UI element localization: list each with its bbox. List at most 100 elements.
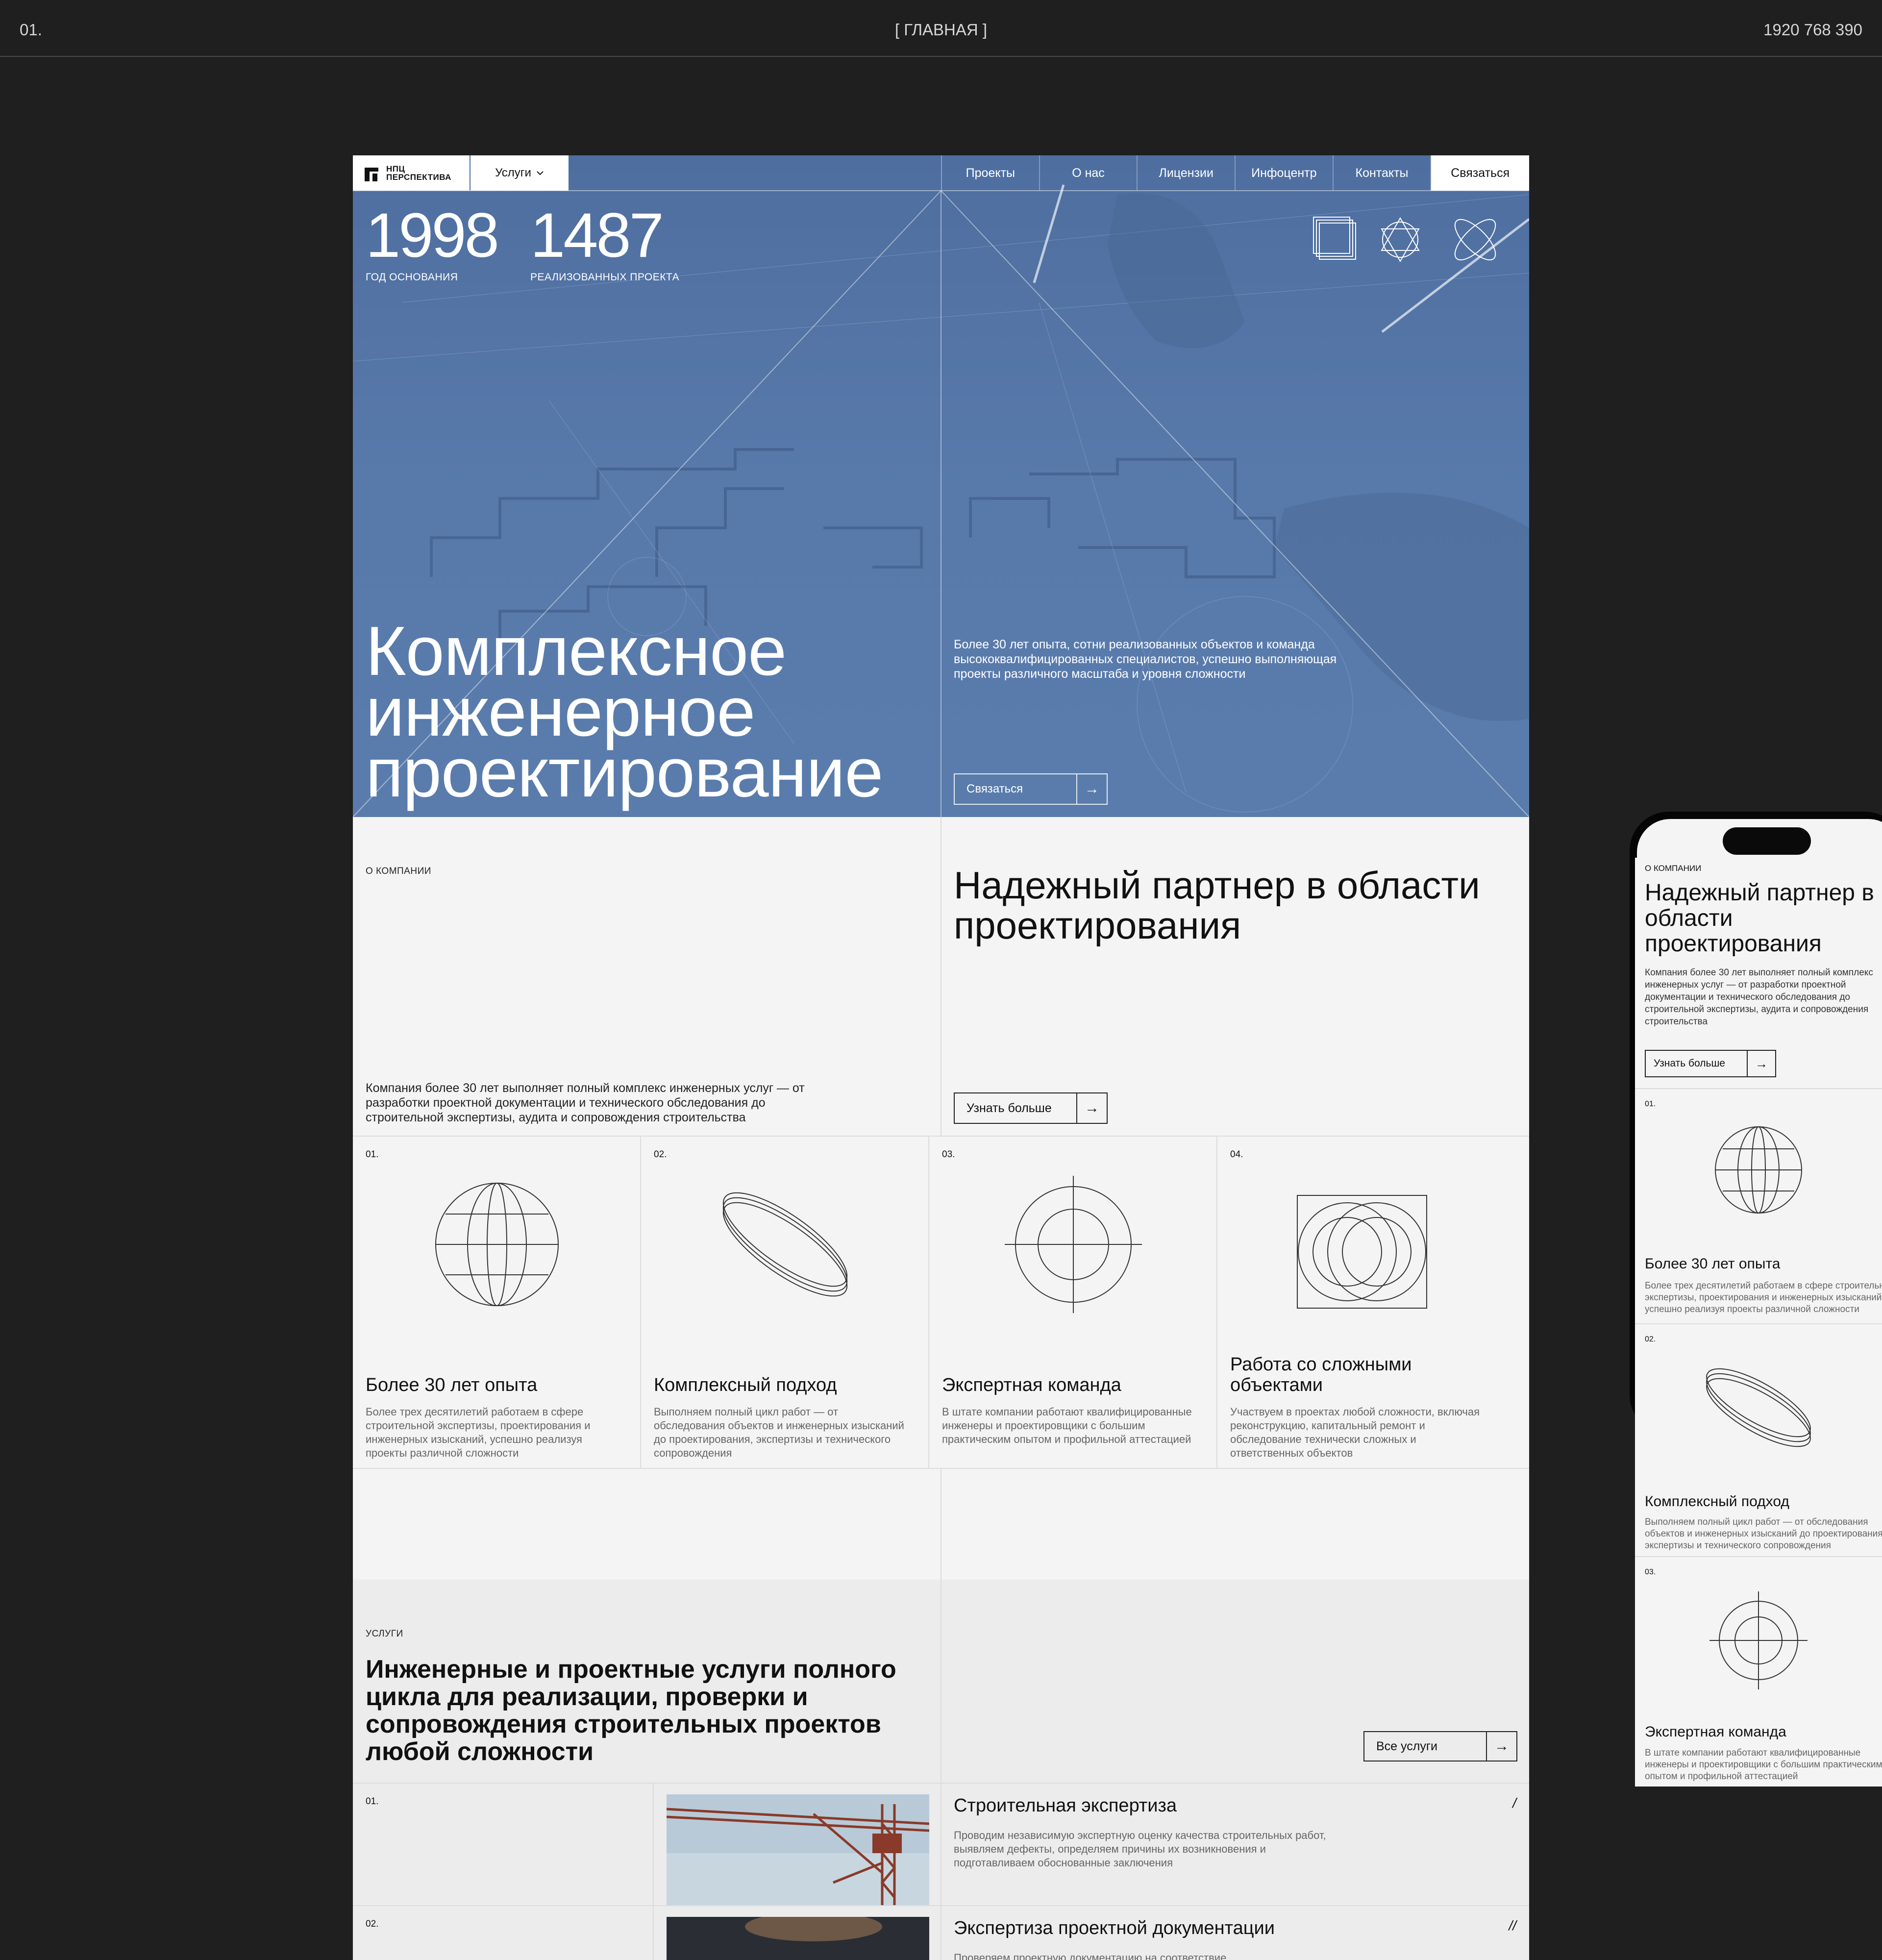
mobile-feature-card: 02. Комплексный подход Выполняем полный … xyxy=(1635,1323,1882,1559)
hero-decor-icons xyxy=(1313,217,1496,263)
breakpoint-sizes: 1920 768 390 xyxy=(1763,21,1862,39)
feature-card: 02. Комплексный подход Выполняем полный … xyxy=(641,1137,929,1469)
rings-icon xyxy=(722,1192,848,1297)
logo-text: НПЦ ПЕРСПЕКТИВА xyxy=(386,165,451,181)
stat-projects-label: РЕАЛИЗОВАННЫХ ПРОЕКТА xyxy=(530,272,680,283)
stat-founded: 1998 ГОД ОСНОВАНИЯ xyxy=(366,200,499,283)
text-line: инженерных услуг — от разработки проектн… xyxy=(1645,980,1846,990)
services-label: УСЛУГИ xyxy=(366,1629,403,1639)
feature-title: Работа со сложными объектами xyxy=(1230,1354,1412,1395)
nav-links: Проекты О нас Лицензии Инфоцентр Контакт… xyxy=(941,155,1529,191)
presentation-header: 01. [ ГЛАВНАЯ ] 1920 768 390 xyxy=(0,0,1882,57)
desktop-page: 1998 ГОД ОСНОВАНИЯ 1487 РЕАЛИЗОВАННЫХ ПР… xyxy=(353,155,1529,1960)
arrow-right-icon: → xyxy=(1085,1100,1099,1116)
nav-link-contacts[interactable]: Контакты xyxy=(1334,155,1432,191)
services-section: УСЛУГИ Инженерные и проектные услуги пол… xyxy=(353,1580,1529,1960)
nav-link-infocenter[interactable]: Инфоцентр xyxy=(1236,155,1334,191)
service-text: Проводим независимую экспертную оценку к… xyxy=(954,1829,1326,1869)
feature-card: 04. Работа со сложными объектами Участву… xyxy=(1217,1137,1529,1469)
feature-text: Выполняем полный цикл работ — от обследо… xyxy=(654,1406,904,1459)
feature-card: 01. Более 30 лет опыта Более трех десяти… xyxy=(353,1137,641,1469)
feature-number: 01. xyxy=(366,1149,379,1160)
logo[interactable]: НПЦ ПЕРСПЕКТИВА xyxy=(353,155,470,191)
text-line: строительной экспертизы, аудита и сопров… xyxy=(1645,1004,1869,1015)
text-line: Выполняем полный цикл работ — от обследо… xyxy=(1645,1517,1868,1527)
nav-link-about[interactable]: О нас xyxy=(1040,155,1138,191)
feature-text: Участвуем в проектах любой сложности, вк… xyxy=(1230,1406,1480,1459)
stat-founded-value: 1998 xyxy=(366,200,499,271)
learn-more-button[interactable]: Узнать больше → xyxy=(954,1092,1108,1124)
feature-text: Выполняем полный цикл работ — от обследо… xyxy=(1645,1516,1882,1552)
about-text: Компания более 30 лет выполняет полный к… xyxy=(366,1081,805,1124)
mobile-feature-card: 01. Более 30 лет опыта Более трех десяти… xyxy=(1635,1088,1882,1323)
text-line: инженеры и проектировщики с большим прак… xyxy=(1645,1760,1882,1770)
overlap-circles-icon xyxy=(1297,1195,1427,1309)
divider xyxy=(653,1906,654,1960)
mobile-about-heading: Надежный партнер в области проектировани… xyxy=(1645,880,1874,957)
features-grid: 01. Более 30 лет опыта Более трех десяти… xyxy=(353,1137,1529,1469)
text-line: экспертизы, проектирования и инженерных … xyxy=(1645,1292,1882,1303)
feature-card: 03. Экспертная команда В штате компании … xyxy=(929,1137,1217,1469)
service-mark: // xyxy=(1509,1918,1516,1933)
text-line: экспертизы и технического сопровождения xyxy=(1645,1540,1831,1551)
globe-icon xyxy=(435,1183,559,1306)
feature-number: 01. xyxy=(1645,1100,1656,1108)
text-line: документации и технического обследования… xyxy=(1645,992,1850,1002)
nav-link-licenses[interactable]: Лицензии xyxy=(1138,155,1236,191)
stat-founded-label: ГОД ОСНОВАНИЯ xyxy=(366,272,458,283)
rings-icon xyxy=(1706,1368,1811,1447)
mobile-about-text: Компания более 30 лет выполняет полный к… xyxy=(1645,967,1882,1028)
feature-text: Более трех десятилетий работаем в сфере … xyxy=(366,1406,591,1459)
dynamic-island xyxy=(1723,827,1811,855)
mobile-learn-more-label: Узнать больше xyxy=(1646,1051,1748,1076)
feature-title: Комплексный подход xyxy=(654,1375,837,1395)
hero-subtitle: Более 30 лет опыта, сотни реализованных … xyxy=(954,638,1337,681)
logo-mark-icon xyxy=(365,168,378,181)
stat-projects-value: 1487 xyxy=(530,200,664,271)
learn-more-label: Узнать больше xyxy=(955,1093,1077,1123)
feature-title: Экспертная команда xyxy=(942,1375,1121,1395)
nav-link-projects[interactable]: Проекты xyxy=(942,155,1040,191)
text-line: успешно реализуя проекты различной сложн… xyxy=(1645,1304,1859,1315)
nav-contact-button[interactable]: Связаться xyxy=(1431,155,1529,191)
logo-line-2: ПЕРСПЕКТИВА xyxy=(386,173,451,182)
feature-number: 04. xyxy=(1230,1149,1243,1160)
service-image-documents xyxy=(667,1917,929,1960)
feature-title: Более 30 лет опыта xyxy=(366,1375,538,1395)
globe-icon xyxy=(1715,1126,1802,1214)
services-dropdown-label: Услуги xyxy=(495,166,531,179)
text-line: опытом и профильной аттестацией xyxy=(1645,1771,1798,1782)
divider xyxy=(653,1784,654,1906)
arrow-right-icon: → xyxy=(1494,1738,1509,1754)
about-section: О КОМПАНИИ Надежный партнер в области пр… xyxy=(353,817,1529,1137)
service-row[interactable]: 02. Экспертиза проектной документации Пр… xyxy=(353,1905,1529,1960)
feature-text: В штате компании работают квалифицирован… xyxy=(942,1406,1192,1445)
feature-text: Более трех десятилетий работаем в сфере … xyxy=(1645,1280,1882,1315)
service-title: Экспертиза проектной документации xyxy=(954,1918,1275,1938)
target-icon xyxy=(1709,1591,1808,1689)
text-line: Более трех десятилетий работаем в сфере … xyxy=(1645,1281,1882,1291)
text-line: Компания более 30 лет выполняет полный к… xyxy=(1645,968,1873,978)
feature-title: Экспертная команда xyxy=(1645,1724,1786,1740)
service-number: 01. xyxy=(366,1796,379,1807)
target-icon xyxy=(1005,1176,1142,1313)
arrow-right-icon: → xyxy=(1755,1056,1768,1071)
mobile-learn-more-button[interactable]: Узнать больше → xyxy=(1645,1050,1776,1077)
feature-number: 02. xyxy=(1645,1335,1656,1343)
star-of-david-icon xyxy=(1381,217,1420,263)
feature-number: 02. xyxy=(654,1149,667,1160)
mobile-feature-card: 03. Экспертная команда В штате компании … xyxy=(1635,1556,1882,1786)
service-number: 02. xyxy=(366,1919,379,1929)
feature-number: 03. xyxy=(942,1149,955,1160)
about-label: О КОМПАНИИ xyxy=(366,866,431,876)
service-row[interactable]: 01. Строительная экспертиза Проводим нез… xyxy=(353,1783,1529,1906)
text-line: В штате компании работают квалифицирован… xyxy=(1645,1748,1861,1758)
service-image-crane xyxy=(667,1794,929,1906)
text-line: объектов и инженерных изысканий до проек… xyxy=(1645,1529,1882,1539)
feature-title: Более 30 лет опыта xyxy=(1645,1256,1781,1272)
atom-icon xyxy=(1454,219,1496,261)
services-dropdown[interactable]: Услуги xyxy=(470,155,569,191)
all-services-button[interactable]: Все услуги → xyxy=(1363,1731,1517,1762)
stat-projects: 1487 РЕАЛИЗОВАННЫХ ПРОЕКТА xyxy=(530,200,680,283)
hero-contact-button[interactable]: Связаться → xyxy=(954,773,1108,805)
